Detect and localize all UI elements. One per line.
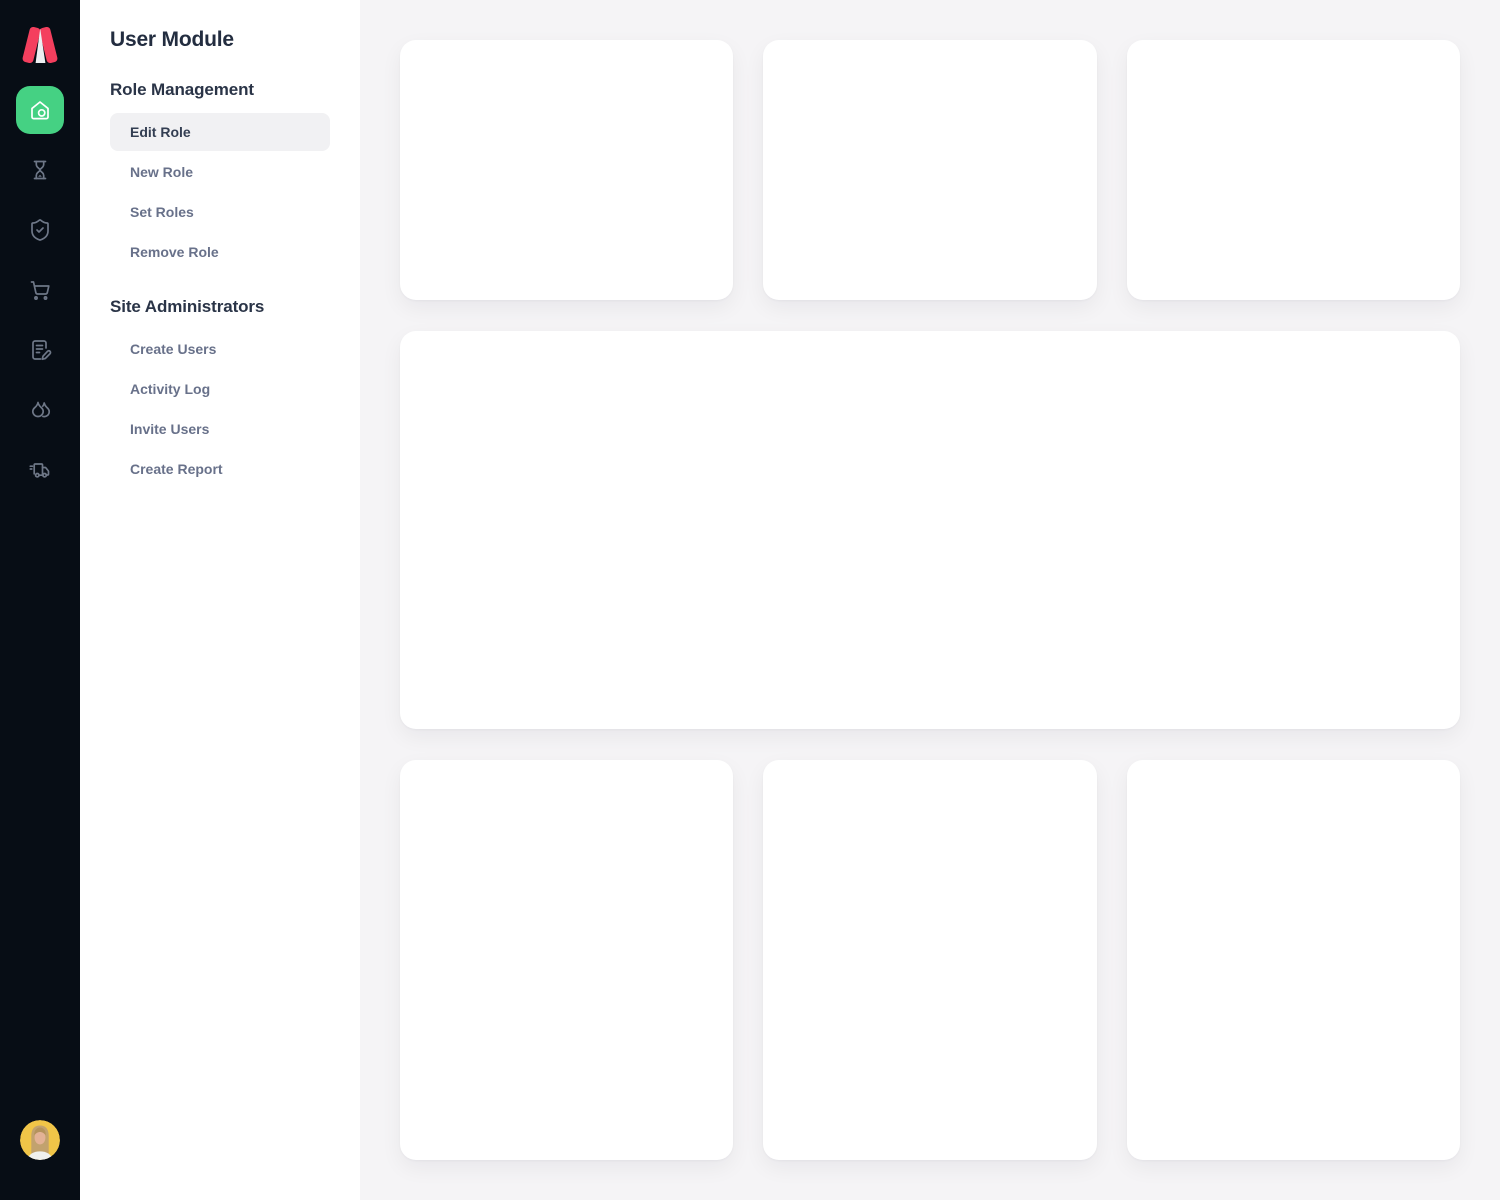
sidebar: User Module Role Management Edit Role Ne… [80,0,360,1200]
placeholder-card [763,760,1096,1160]
placeholder-card [1127,760,1460,1160]
placeholder-card [400,760,733,1160]
brand-m-logo-glyph [18,22,62,66]
droplets-icon [28,398,52,422]
app-window: User Module Role Management Edit Role Ne… [0,0,1500,1200]
rail-item-security[interactable] [16,206,64,254]
card-grid [400,40,1460,1160]
sidebar-item-create-report[interactable]: Create Report [110,450,330,488]
truck-icon [28,458,52,482]
rail-item-reports[interactable] [16,326,64,374]
section-heading: Role Management [110,80,330,100]
sidebar-item-remove-role[interactable]: Remove Role [110,233,330,271]
placeholder-card-wide [400,331,1460,729]
sidebar-item-new-role[interactable]: New Role [110,153,330,191]
shield-check-icon [28,218,52,242]
rail-item-liquids[interactable] [16,386,64,434]
sidebar-item-edit-role[interactable]: Edit Role [110,113,330,151]
section-heading: Site Administrators [110,297,330,317]
rail-item-history[interactable] [16,146,64,194]
sidebar-item-create-users[interactable]: Create Users [110,330,330,368]
rail-item-home[interactable] [16,86,64,134]
home-icon [28,98,52,122]
page-title: User Module [110,28,330,52]
brand-m-logo[interactable] [18,22,62,66]
icon-rail [0,0,80,1200]
sidebar-item-activity-log[interactable]: Activity Log [110,370,330,408]
placeholder-card [763,40,1096,300]
cart-icon [28,278,52,302]
main-content [360,0,1500,1200]
user-avatar[interactable] [20,1120,60,1160]
sidebar-item-set-roles[interactable]: Set Roles [110,193,330,231]
sidebar-item-invite-users[interactable]: Invite Users [110,410,330,448]
file-edit-icon [28,338,52,362]
section-role-management: Role Management Edit Role New Role Set R… [110,80,330,271]
user-avatar-image [20,1120,60,1160]
rail-item-shop[interactable] [16,266,64,314]
rail-item-delivery[interactable] [16,446,64,494]
placeholder-card [400,40,733,300]
section-site-administrators: Site Administrators Create Users Activit… [110,297,330,488]
hourglass-icon [28,158,52,182]
placeholder-card [1127,40,1460,300]
